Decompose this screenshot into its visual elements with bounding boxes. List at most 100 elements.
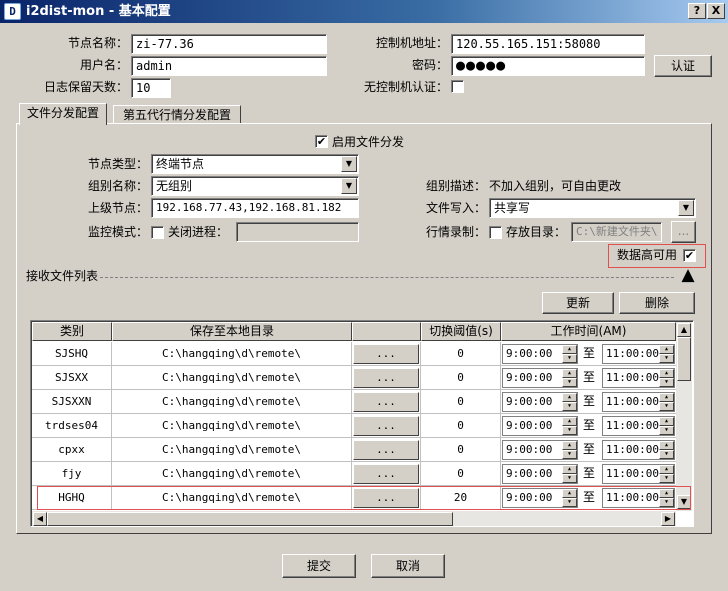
start-time-spinner[interactable]: 9:00:00 ▲ ▼ xyxy=(502,440,578,460)
cancel-button[interactable]: 取消 xyxy=(371,554,445,578)
spin-down-icon[interactable]: ▼ xyxy=(562,474,577,483)
spin-down-icon[interactable]: ▼ xyxy=(659,450,674,459)
browse-cell: ... xyxy=(352,438,421,462)
tab-file-distribution[interactable]: 文件分发配置 xyxy=(19,103,107,125)
tab-gen5-distribution[interactable]: 第五代行情分发配置 xyxy=(113,105,241,124)
start-time-spinner[interactable]: 9:00:00 ▲ ▼ xyxy=(502,464,578,484)
end-time-spinner[interactable]: 11:00:00 ▲ ▼ xyxy=(602,344,675,364)
col-header-threshold: 切换阈值(s) xyxy=(421,322,501,341)
auth-button[interactable]: 认证 xyxy=(654,55,712,77)
spin-down-icon[interactable]: ▼ xyxy=(659,378,674,387)
close-button[interactable]: X xyxy=(707,3,725,19)
ha-checkbox[interactable]: ✔ xyxy=(683,249,696,262)
enable-dist-checkbox[interactable]: ✔ xyxy=(315,135,328,148)
spin-down-icon[interactable]: ▼ xyxy=(562,378,577,387)
spin-down-icon[interactable]: ▼ xyxy=(659,474,674,483)
spin-up-icon[interactable]: ▲ xyxy=(562,369,577,378)
spin-up-icon[interactable]: ▲ xyxy=(659,417,674,426)
chevron-down-icon[interactable]: ▼ xyxy=(678,200,694,216)
dir-browse-button[interactable]: ... xyxy=(353,416,419,436)
table-row[interactable]: fjy C:\hangqing\d\remote\... 0 9:00:00 ▲ ▼ 至 11… xyxy=(32,462,676,486)
node-type-value: 终端节点 xyxy=(156,157,205,171)
window-title: i2dist-mon - 基本配置 xyxy=(26,4,171,19)
spin-up-icon[interactable]: ▲ xyxy=(562,465,577,474)
category-cell: SJSXXN xyxy=(32,390,112,414)
scroll-up-button[interactable]: ▲ xyxy=(677,323,691,337)
vertical-scroll-thumb[interactable] xyxy=(677,337,691,381)
threshold-cell[interactable]: 0 xyxy=(421,414,501,438)
threshold-cell[interactable]: 0 xyxy=(421,438,501,462)
close-process-checkbox[interactable] xyxy=(151,226,164,239)
end-time-spinner[interactable]: 11:00:00 ▲ ▼ xyxy=(602,416,675,436)
start-time-spinner[interactable]: 9:00:00 ▲ ▼ xyxy=(502,416,578,436)
dir-browse-button[interactable]: ... xyxy=(353,440,419,460)
upper-node-input[interactable]: 192.168.77.43,192.168.81.182 xyxy=(151,198,359,218)
spin-up-icon[interactable]: ▲ xyxy=(562,393,577,402)
spin-up-icon[interactable]: ▲ xyxy=(659,465,674,474)
delete-button[interactable]: 删除 xyxy=(619,292,695,314)
group-select[interactable]: 无组别 ▼ xyxy=(151,176,359,196)
dir-browse-button[interactable]: ... xyxy=(353,368,419,388)
threshold-cell[interactable]: 0 xyxy=(421,462,501,486)
end-time-spinner[interactable]: 11:00:00 ▲ ▼ xyxy=(602,464,675,484)
end-time-spinner[interactable]: 11:00:00 ▲ ▼ xyxy=(602,440,675,460)
spin-up-icon[interactable]: ▲ xyxy=(659,441,674,450)
spin-up-icon[interactable]: ▲ xyxy=(562,441,577,450)
start-time-spinner[interactable]: 9:00:00 ▲ ▼ xyxy=(502,368,578,388)
chevron-down-icon[interactable]: ▼ xyxy=(341,178,357,194)
password-input[interactable]: ●●●●● xyxy=(451,56,645,76)
spin-up-icon[interactable]: ▲ xyxy=(562,345,577,354)
spin-up-icon[interactable]: ▲ xyxy=(659,345,674,354)
node-name-input[interactable]: zi-77.36 xyxy=(131,34,327,54)
node-type-select[interactable]: 终端节点 ▼ xyxy=(151,154,359,174)
spin-up-icon[interactable]: ▲ xyxy=(659,393,674,402)
end-time-spinner[interactable]: 11:00:00 ▲ ▼ xyxy=(602,368,675,388)
scroll-left-button[interactable]: ◀ xyxy=(33,512,47,526)
log-days-input[interactable]: 10 xyxy=(131,78,171,98)
spin-up-icon[interactable]: ▲ xyxy=(562,417,577,426)
end-time-spinner[interactable]: 11:00:00 ▲ ▼ xyxy=(602,392,675,412)
spin-down-icon[interactable]: ▼ xyxy=(562,450,577,459)
spin-down-icon[interactable]: ▼ xyxy=(659,402,674,411)
spin-up-icon[interactable]: ▲ xyxy=(659,369,674,378)
dir-browse-button[interactable]: ... xyxy=(353,464,419,484)
user-input[interactable]: admin xyxy=(131,56,327,76)
table-row[interactable]: SJSHQ C:\hangqing\d\remote\... 0 9:00:00 ▲ ▼ 至… xyxy=(32,342,676,366)
collapse-arrow-icon[interactable]: ▲ xyxy=(678,266,698,284)
store-dir-browse-button[interactable]: ... xyxy=(671,221,696,243)
store-dir-checkbox[interactable] xyxy=(489,226,502,239)
spin-down-icon[interactable]: ▼ xyxy=(562,426,577,435)
table-row[interactable]: SJSXXN C:\hangqing\d\remote\... 0 9:00:00 ▲ ▼… xyxy=(32,390,676,414)
update-button[interactable]: 更新 xyxy=(542,292,614,314)
controller-input[interactable]: 120.55.165.151:58080 xyxy=(451,34,645,54)
help-button[interactable]: ? xyxy=(688,3,706,19)
no-auth-checkbox[interactable] xyxy=(451,80,464,93)
section-divider xyxy=(100,277,674,278)
table-row[interactable]: cpxx C:\hangqing\d\remote\... 0 9:00:00 ▲ ▼ 至 1… xyxy=(32,438,676,462)
dir-cell: C:\hangqing\d\remote\ xyxy=(112,390,352,414)
start-time-spinner[interactable]: 9:00:00 ▲ ▼ xyxy=(502,344,578,364)
threshold-cell[interactable]: 0 xyxy=(421,342,501,366)
spin-down-icon[interactable]: ▼ xyxy=(659,426,674,435)
threshold-cell[interactable]: 0 xyxy=(421,366,501,390)
store-dir-input[interactable]: C:\新建文件夹\ xyxy=(571,222,662,242)
file-write-select[interactable]: 共享写 ▼ xyxy=(489,198,696,218)
spin-down-icon[interactable]: ▼ xyxy=(659,354,674,363)
browse-cell: ... xyxy=(352,462,421,486)
dir-browse-button[interactable]: ... xyxy=(353,392,419,412)
threshold-cell[interactable]: 0 xyxy=(421,390,501,414)
spin-down-icon[interactable]: ▼ xyxy=(562,402,577,411)
close-process-input[interactable] xyxy=(236,222,359,242)
submit-button[interactable]: 提交 xyxy=(282,554,356,578)
spin-down-icon[interactable]: ▼ xyxy=(562,354,577,363)
horizontal-scroll-thumb[interactable] xyxy=(47,512,453,526)
category-cell: trdses04 xyxy=(32,414,112,438)
chevron-down-icon[interactable]: ▼ xyxy=(341,156,357,172)
table-row[interactable]: trdses04 C:\hangqing\d\remote\... 0 9:00:00… xyxy=(32,414,676,438)
scroll-right-button[interactable]: ▶ xyxy=(661,512,675,526)
monitor-label: 监控模式： xyxy=(87,225,148,239)
start-time-spinner[interactable]: 9:00:00 ▲ ▼ xyxy=(502,392,578,412)
dir-cell: C:\hangqing\d\remote\ xyxy=(112,414,352,438)
table-row[interactable]: SJSXX C:\hangqing\d\remote\... 0 9:00:00 ▲ ▼ 至… xyxy=(32,366,676,390)
dir-browse-button[interactable]: ... xyxy=(353,344,419,364)
